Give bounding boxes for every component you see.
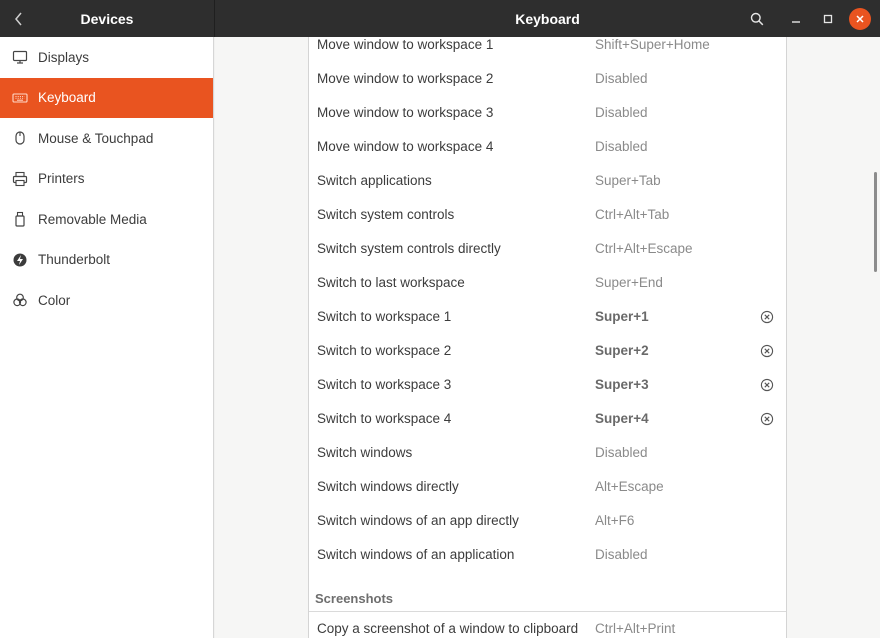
shortcut-accel: Alt+F6 — [595, 513, 635, 528]
shortcut-row[interactable]: Switch to workspace 2 Super+2 — [309, 334, 786, 368]
shortcut-row[interactable]: Switch applications Super+Tab — [309, 164, 786, 198]
shortcut-name: Switch to workspace 1 — [317, 309, 452, 324]
shortcut-row[interactable]: Copy a screenshot of a window to clipboa… — [309, 612, 786, 638]
reset-shortcut-icon[interactable] — [760, 344, 774, 358]
shortcut-row[interactable]: Switch windows of an application Disable… — [309, 538, 786, 572]
shortcut-name: Switch to last workspace — [317, 275, 465, 290]
maximize-icon — [823, 14, 833, 24]
shortcut-name: Switch to workspace 4 — [317, 411, 452, 426]
sidebar-item-label: Mouse & Touchpad — [38, 130, 154, 146]
thunderbolt-icon — [12, 252, 28, 268]
shortcut-row[interactable]: Move window to workspace 4 Disabled — [309, 130, 786, 164]
sidebar-item-removable-media[interactable]: Removable Media — [0, 199, 213, 240]
sidebar-item-label: Printers — [38, 171, 85, 187]
shortcut-row[interactable]: Switch to last workspace Super+End — [309, 266, 786, 300]
shortcut-row[interactable]: Switch to workspace 3 Super+3 — [309, 368, 786, 402]
shortcut-accel: Disabled — [595, 105, 648, 120]
shortcut-name: Switch windows — [317, 445, 413, 460]
shortcut-accel: Disabled — [595, 139, 648, 154]
shortcut-accel: Ctrl+Alt+Escape — [595, 241, 693, 256]
sidebar-item-label: Color — [38, 292, 71, 308]
shortcut-row[interactable]: Switch system controls Ctrl+Alt+Tab — [309, 198, 786, 232]
sidebar-item-label: Keyboard — [38, 90, 96, 106]
sidebar-item-color[interactable]: Color — [0, 280, 213, 321]
search-button[interactable] — [746, 8, 768, 30]
removable-media-icon — [12, 211, 28, 227]
sidebar-item-thunderbolt[interactable]: Thunderbolt — [0, 240, 213, 281]
reset-shortcut-icon[interactable] — [760, 310, 774, 324]
shortcut-accel: Ctrl+Alt+Print — [595, 621, 676, 636]
close-button[interactable] — [849, 8, 871, 30]
sidebar-item-displays[interactable]: Displays — [0, 37, 213, 78]
shortcut-name: Move window to workspace 2 — [317, 71, 494, 86]
shortcut-row[interactable]: Move window to workspace 2 Disabled — [309, 62, 786, 96]
shortcut-name: Switch system controls directly — [317, 241, 501, 256]
shortcut-name: Move window to workspace 4 — [317, 139, 494, 154]
shortcut-accel: Super+Tab — [595, 173, 661, 188]
shortcut-row[interactable]: Switch windows directly Alt+Escape — [309, 470, 786, 504]
display-icon — [12, 49, 28, 65]
shortcut-accel: Disabled — [595, 547, 648, 562]
close-icon — [856, 15, 864, 23]
maximize-button[interactable] — [817, 8, 839, 30]
shortcut-row[interactable]: Switch to workspace 1 Super+1 — [309, 300, 786, 334]
minimize-icon — [792, 21, 800, 23]
shortcut-name: Switch windows of an application — [317, 547, 515, 562]
shortcut-accel: Super+End — [595, 275, 663, 290]
shortcut-name: Switch to workspace 2 — [317, 343, 452, 358]
shortcut-row[interactable]: Move window to workspace 3 Disabled — [309, 96, 786, 130]
shortcut-name: Move window to workspace 3 — [317, 105, 494, 120]
shortcut-name: Switch system controls — [317, 207, 455, 222]
scrollbar[interactable] — [874, 172, 877, 272]
shortcut-name: Switch applications — [317, 173, 432, 188]
mouse-icon — [12, 130, 28, 146]
shortcut-row[interactable]: Switch windows of an app directly Alt+F6 — [309, 504, 786, 538]
sidebar-item-label: Thunderbolt — [38, 252, 111, 268]
shortcut-list: Move window to workspace 1 Shift+Super+H… — [308, 37, 787, 638]
shortcut-name: Copy a screenshot of a window to clipboa… — [317, 621, 579, 636]
search-icon — [750, 12, 764, 26]
shortcut-accel: Ctrl+Alt+Tab — [595, 207, 670, 222]
shortcut-name: Switch to workspace 3 — [317, 377, 452, 392]
shortcut-row[interactable]: Switch windows Disabled — [309, 436, 786, 470]
shortcut-accel: Disabled — [595, 445, 648, 460]
shortcut-name: Switch windows of an app directly — [317, 513, 519, 528]
minimize-button[interactable] — [785, 8, 807, 30]
section-title-screenshots: Screenshots — [315, 591, 394, 606]
shortcut-name: Switch windows directly — [317, 479, 459, 494]
shortcut-row[interactable]: Switch to workspace 4 Super+4 — [309, 402, 786, 436]
keyboard-icon — [12, 90, 28, 106]
reset-shortcut-icon[interactable] — [760, 378, 774, 392]
main-content: Move window to workspace 1 Shift+Super+H… — [215, 37, 880, 638]
sidebar-item-keyboard[interactable]: Keyboard — [0, 77, 213, 118]
shortcut-accel: Super+4 — [595, 411, 649, 426]
printer-icon — [12, 171, 28, 187]
sidebar: Displays Keyboard Mouse & Touchpad Print… — [0, 37, 214, 638]
color-icon — [12, 292, 28, 308]
shortcut-accel: Super+3 — [595, 377, 649, 392]
shortcut-row[interactable]: Switch system controls directly Ctrl+Alt… — [309, 232, 786, 266]
shortcut-accel: Alt+Escape — [595, 479, 664, 494]
shortcut-accel: Shift+Super+Home — [595, 37, 710, 52]
sidebar-item-printers[interactable]: Printers — [0, 159, 213, 200]
shortcut-row[interactable]: Move window to workspace 1 Shift+Super+H… — [309, 28, 786, 62]
shortcut-accel: Super+1 — [595, 309, 649, 324]
reset-shortcut-icon[interactable] — [760, 412, 774, 426]
sidebar-title: Devices — [80, 10, 134, 27]
shortcut-accel: Disabled — [595, 71, 648, 86]
shortcut-name: Move window to workspace 1 — [317, 37, 494, 52]
sidebar-item-label: Removable Media — [38, 211, 147, 227]
shortcut-accel: Super+2 — [595, 343, 649, 358]
sidebar-item-label: Displays — [38, 49, 90, 65]
sidebar-item-mouse-touchpad[interactable]: Mouse & Touchpad — [0, 118, 213, 159]
